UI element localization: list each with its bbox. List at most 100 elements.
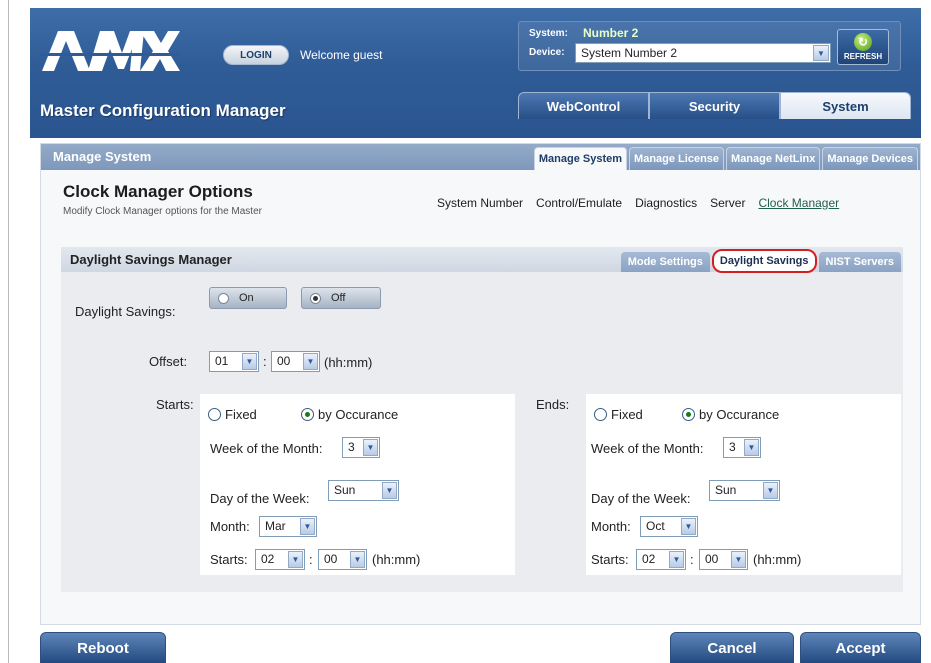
on-radio-icon: [218, 292, 229, 304]
cancel-button[interactable]: Cancel: [670, 632, 794, 663]
device-select-value: System Number 2: [581, 46, 678, 60]
reboot-button[interactable]: Reboot: [40, 632, 166, 663]
tab-manage-netlinx[interactable]: Manage NetLinx: [726, 147, 821, 170]
ends-month-label: Month:: [591, 519, 631, 534]
ends-fixed-radio[interactable]: Fixed: [594, 407, 643, 422]
tab-webcontrol[interactable]: WebControl: [518, 92, 649, 119]
daylight-on-toggle[interactable]: On: [209, 287, 287, 309]
dst-tabs: Mode Settings Daylight Savings NIST Serv…: [620, 249, 901, 273]
daylight-savings-panel: Daylight Savings Manager Mode Settings D…: [61, 247, 903, 592]
tab-security[interactable]: Security: [649, 92, 780, 119]
ends-month-select[interactable]: Oct ▼: [640, 516, 698, 537]
device-label: Device:: [529, 47, 565, 58]
starts-time-format: (hh:mm): [372, 552, 421, 567]
chevron-down-icon[interactable]: ▼: [731, 551, 746, 568]
chevron-down-icon[interactable]: ▼: [300, 518, 315, 535]
refresh-button[interactable]: ↻ REFRESH: [837, 29, 889, 65]
tab-mode-settings[interactable]: Mode Settings: [620, 252, 710, 272]
ends-occurance-radio[interactable]: by Occurance: [682, 407, 779, 422]
amx-logo: [40, 31, 180, 71]
chevron-down-icon[interactable]: ▼: [382, 482, 397, 499]
panel-title: Manage System: [53, 149, 152, 164]
ends-fixed-label: Fixed: [611, 407, 643, 422]
ends-day-select[interactable]: Sun ▼: [709, 480, 780, 501]
chevron-down-icon[interactable]: ▼: [681, 518, 696, 535]
chevron-down-icon[interactable]: ▼: [813, 45, 829, 61]
refresh-icon: ↻: [854, 33, 872, 51]
welcome-text: Welcome guest: [300, 48, 383, 62]
starts-day-label: Day of the Week:: [210, 491, 310, 506]
ends-time-label: Starts:: [591, 552, 629, 567]
app-title: Master Configuration Manager: [40, 101, 286, 120]
offset-hours-select[interactable]: 01 ▼: [209, 351, 259, 372]
ends-week-select[interactable]: 3 ▼: [723, 437, 761, 458]
radio-selected-icon: [301, 408, 314, 421]
link-clock-manager[interactable]: Clock Manager: [758, 196, 839, 210]
starts-occurance-radio[interactable]: by Occurance: [301, 407, 398, 422]
link-control-emulate[interactable]: Control/Emulate: [536, 196, 622, 210]
page-title: Clock Manager Options: [63, 182, 253, 201]
starts-box: Fixed by Occurance Week of the Month: 3 …: [200, 394, 515, 575]
starts-minute-select[interactable]: 00 ▼: [318, 549, 367, 570]
device-select[interactable]: System Number 2 ▼: [575, 43, 831, 63]
manage-tabs: Manage System Manage License Manage NetL…: [533, 147, 918, 170]
tab-system[interactable]: System: [780, 92, 911, 119]
link-diagnostics[interactable]: Diagnostics: [635, 196, 697, 210]
ends-heading: Ends:: [536, 397, 570, 412]
chevron-down-icon[interactable]: ▼: [763, 482, 778, 499]
starts-week-value: 3: [348, 440, 355, 454]
chevron-down-icon[interactable]: ▼: [744, 439, 759, 456]
system-links: System Number Control/Emulate Diagnostic…: [437, 196, 839, 210]
accept-button[interactable]: Accept: [800, 632, 921, 663]
starts-hour-select[interactable]: 02 ▼: [255, 549, 305, 570]
refresh-label: REFRESH: [843, 52, 883, 61]
login-button[interactable]: LOGIN: [223, 45, 289, 65]
offset-minutes-value: 00: [277, 354, 291, 368]
ends-time-format: (hh:mm): [753, 552, 802, 567]
starts-day-value: Sun: [334, 483, 356, 497]
daylight-savings-label: Daylight Savings:: [75, 304, 176, 319]
daylight-off-toggle[interactable]: Off: [301, 287, 381, 309]
chevron-down-icon[interactable]: ▼: [303, 353, 318, 370]
page-subtitle: Modify Clock Manager options for the Mas…: [63, 206, 262, 217]
starts-month-select[interactable]: Mar ▼: [259, 516, 317, 537]
ends-hour-value: 02: [642, 552, 656, 566]
on-label: On: [239, 292, 254, 304]
tab-manage-system[interactable]: Manage System: [533, 147, 628, 170]
ends-minute-value: 00: [705, 552, 719, 566]
starts-time-label: Starts:: [210, 552, 248, 567]
link-system-number[interactable]: System Number: [437, 196, 523, 210]
starts-week-select[interactable]: 3 ▼: [342, 437, 380, 458]
tab-manage-devices[interactable]: Manage Devices: [822, 147, 918, 170]
system-value: Number 2: [583, 26, 639, 40]
chevron-down-icon[interactable]: ▼: [363, 439, 378, 456]
tab-daylight-savings[interactable]: Daylight Savings: [711, 249, 817, 273]
radio-icon: [208, 408, 221, 421]
ends-week-label: Week of the Month:: [591, 441, 704, 456]
off-label: Off: [331, 292, 346, 304]
tab-manage-license[interactable]: Manage License: [629, 147, 725, 170]
starts-fixed-radio[interactable]: Fixed: [208, 407, 257, 422]
ends-box: Fixed by Occurance Week of the Month: 3 …: [586, 394, 901, 575]
chevron-down-icon[interactable]: ▼: [242, 353, 257, 370]
offset-format: (hh:mm): [324, 355, 373, 370]
ends-week-value: 3: [729, 440, 736, 454]
ends-day-label: Day of the Week:: [591, 491, 691, 506]
chevron-down-icon[interactable]: ▼: [288, 551, 303, 568]
ends-colon: :: [690, 552, 694, 567]
offset-colon: :: [263, 354, 267, 369]
radio-selected-icon: [682, 408, 695, 421]
starts-day-select[interactable]: Sun ▼: [328, 480, 399, 501]
header-bar: LOGIN Welcome guest System: Number 2 Dev…: [30, 8, 921, 138]
ends-hour-select[interactable]: 02 ▼: [636, 549, 686, 570]
ends-minute-select[interactable]: 00 ▼: [699, 549, 748, 570]
starts-heading: Starts:: [156, 397, 194, 412]
main-tabs: WebControl Security System: [518, 92, 911, 119]
chevron-down-icon[interactable]: ▼: [350, 551, 365, 568]
offset-minutes-select[interactable]: 00 ▼: [271, 351, 320, 372]
tab-nist-servers[interactable]: NIST Servers: [818, 252, 901, 272]
link-server[interactable]: Server: [710, 196, 745, 210]
starts-month-label: Month:: [210, 519, 250, 534]
chevron-down-icon[interactable]: ▼: [669, 551, 684, 568]
manage-system-panel: Manage System Manage System Manage Licen…: [40, 143, 921, 625]
